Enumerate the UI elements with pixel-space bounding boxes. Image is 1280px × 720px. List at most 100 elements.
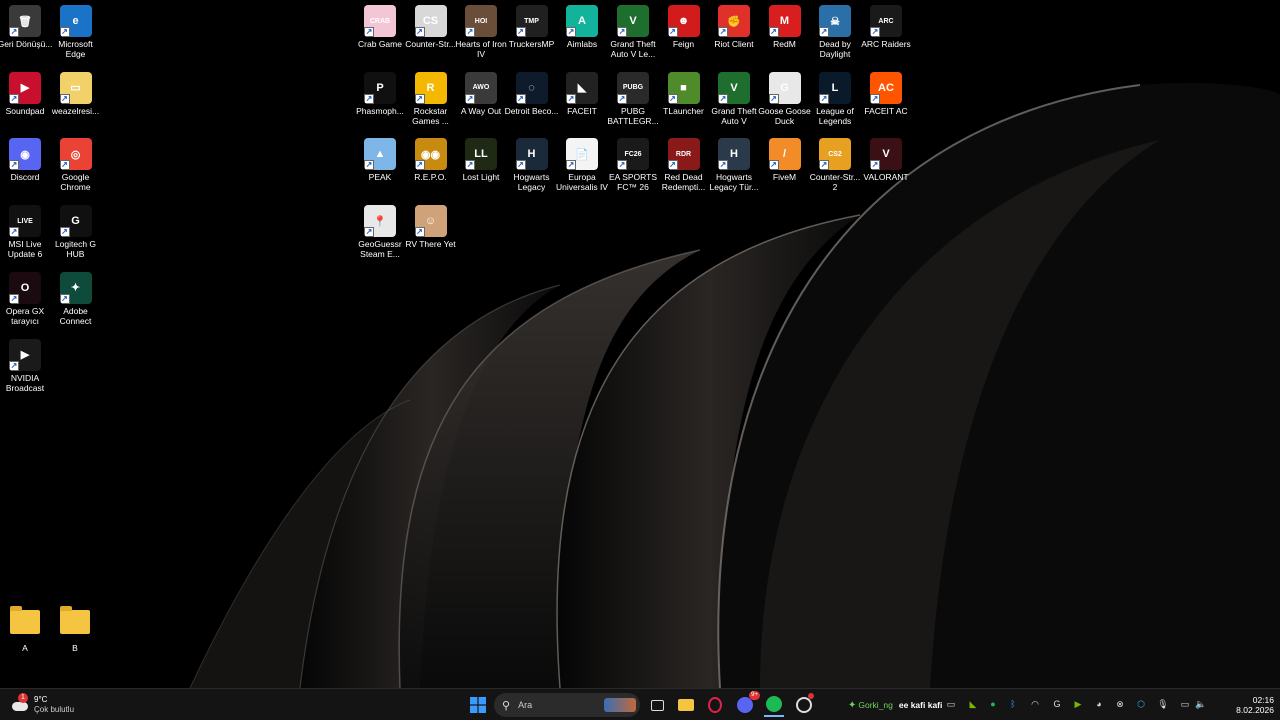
weather-widget[interactable]: 1 9°C Çok bulutlu: [10, 693, 90, 717]
task-view-button[interactable]: [648, 693, 666, 717]
logitech-tray-icon[interactable]: G: [1050, 697, 1064, 711]
icon-glyph: 🗑: [18, 15, 32, 28]
icon-glyph: FC26: [624, 150, 642, 158]
xbox-tray-icon[interactable]: ⊗: [1113, 697, 1127, 711]
desktop-icon-peak[interactable]: ▲ ↗ PEAK: [352, 138, 408, 204]
clock[interactable]: 02:16 8.02.2026: [1222, 693, 1274, 717]
folder-b[interactable]: B: [47, 604, 103, 670]
friend-name: Gorki_ng: [858, 700, 893, 710]
desktop-icon-label: R.E.P.O.: [414, 172, 447, 183]
desktop-icon-logitech[interactable]: G ↗ Logitech G HUB: [48, 205, 104, 271]
desktop-icon-fivem[interactable]: / ↗ FiveM: [757, 138, 813, 204]
desktop-icon-chrome[interactable]: ◎ ↗ Google Chrome: [48, 138, 104, 204]
defender-tray-icon[interactable]: ⬡: [1134, 697, 1148, 711]
pubg-icon: PUBG ↗: [617, 71, 649, 104]
desktop-icon-label: Riot Client: [714, 39, 754, 49]
desktop-icon-image-file[interactable]: ▭ ↗ weazelresi...: [48, 71, 104, 138]
recycle-bin-icon: 🗑 ↗: [9, 5, 41, 37]
desktop-icon-discord[interactable]: ◉ ↗ Discord: [0, 138, 53, 204]
desktop-icon-label: ARC Raiders: [861, 39, 911, 49]
desktop-icon-a-way-out[interactable]: AWO ↗ A Way Out: [453, 71, 509, 138]
desktop-icon-arc-raiders[interactable]: ARC ↗ ARC Raiders: [858, 5, 914, 71]
folder-a[interactable]: A: [0, 604, 53, 670]
network-icon[interactable]: ▭: [1178, 697, 1192, 711]
friend-status: ee kafi kafi: [898, 700, 943, 710]
desktop-icon-adobe-connect[interactable]: ✦ ↗ Adobe Connect: [48, 271, 104, 338]
taskbar-opera-gx[interactable]: [705, 693, 725, 717]
desktop-icon-phasmophobia[interactable]: P ↗ Phasmoph...: [352, 71, 408, 138]
desktop-icon-redm[interactable]: M ↗ RedM: [757, 5, 813, 71]
desktop-icon-rv-there-yet[interactable]: ☺ ↗ RV There Yet: [403, 205, 459, 271]
icon-glyph: AWO: [472, 84, 490, 92]
desktop-icon-goose-goose-duck[interactable]: G ↗ Goose Goose Duck: [757, 71, 813, 138]
desktop-icon-tlauncher[interactable]: ■ ↗ TLauncher: [656, 71, 712, 138]
desktop-icon-label: PEAK: [368, 172, 392, 183]
league-of-legends-icon: L ↗: [819, 71, 851, 104]
bluetooth-icon[interactable]: ᛒ: [1006, 697, 1020, 711]
faceit-ac-icon: AC ↗: [870, 71, 902, 104]
desktop-icon-rockstar[interactable]: R ↗ Rockstar Games ...: [403, 71, 459, 138]
desktop-icon-league-of-legends[interactable]: L ↗ League of Legends: [807, 71, 863, 138]
desktop-icon-hogwarts-legacy[interactable]: H ↗ Hogwarts Legacy: [504, 138, 560, 204]
desktop-icon-label: A Way Out: [460, 105, 502, 116]
taskbar-steam[interactable]: [794, 693, 814, 717]
rv-there-yet-icon: ☺ ↗: [414, 205, 447, 238]
desktop-icon-counter-strike[interactable]: CS ↗ Counter-Str...: [403, 5, 459, 71]
desktop-icon-ea-sports-fc[interactable]: FC26 ↗ EA SPORTS FC™ 26: [605, 138, 661, 204]
desktop-icon-dead-by-daylight[interactable]: ☠ ↗ Dead by Daylight: [807, 5, 863, 71]
spotify-tray-icon[interactable]: ●: [986, 697, 1000, 711]
desktop-icon-label: Europa Universalis IV: [556, 172, 608, 193]
desktop-icon-red-dead-redemption[interactable]: RDR ↗ Red Dead Redempti...: [656, 138, 712, 204]
desktop-icon-soundpad[interactable]: ▶ ↗ Soundpad: [0, 71, 53, 138]
taskbar-discord[interactable]: 9+: [734, 691, 760, 717]
microphone-icon[interactable]: 🎙: [1156, 697, 1170, 711]
desktop-icon-gta-v[interactable]: V ↗ Grand Theft Auto V Le...: [605, 5, 661, 71]
steam-tray-icon[interactable]: ◕: [1092, 697, 1106, 711]
search-box[interactable]: ⚲ Ara: [494, 693, 640, 717]
desktop-icon-label: TruckersMP: [508, 39, 555, 49]
desktop-icon-recycle-bin[interactable]: 🗑 ↗ Geri Dönüşü...: [0, 5, 53, 71]
desktop-icon-detroit[interactable]: ◌ ↗ Detroit Beco...: [504, 71, 560, 138]
desktop-icon-msi[interactable]: LIVE ↗ MSI Live Update 6: [0, 205, 53, 271]
tray-app-icon[interactable]: ▭: [944, 697, 958, 711]
desktop-icon-label: MSI Live Update 6: [7, 239, 43, 260]
start-button[interactable]: [466, 693, 490, 717]
friend-status-widget[interactable]: ✦ Gorki_ng ee kafi kafi: [848, 693, 948, 717]
desktop-icon-pubg[interactable]: PUBG ↗ PUBG BATTLEGR...: [605, 71, 661, 138]
desktop-icon-geoguessr[interactable]: 📍 ↗ GeoGuessr Steam E...: [352, 205, 408, 271]
desktop-icon-riot-client[interactable]: ✊ ↗ Riot Client: [706, 5, 762, 71]
desktop-icon-hogwarts-legacy-tr[interactable]: H ↗ Hogwarts Legacy Tür...: [706, 138, 762, 204]
desktop-icon-edge[interactable]: e ↗ Microsoft Edge: [48, 5, 104, 71]
desktop-icon-europa-universalis[interactable]: 📄 ↗ Europa Universalis IV: [554, 138, 610, 204]
desktop-icon-feign[interactable]: ☻ ↗ Feign: [656, 5, 712, 71]
red-dead-redemption-icon: RDR ↗: [667, 138, 700, 171]
desktop-icon-nvidia[interactable]: ▶ ↗ NVIDIA Broadcast: [0, 338, 53, 405]
folder-label: B: [72, 643, 78, 653]
desktop-icon-repo[interactable]: ◉◉ ↗ R.E.P.O.: [403, 138, 459, 204]
desktop-icon-counter-strike-2[interactable]: CS2 ↗ Counter-Str... 2: [807, 138, 863, 204]
desktop-icon-opera-gx[interactable]: O ↗ Opera GX tarayıcı: [0, 271, 53, 338]
desktop-icon-label: Dead by Daylight: [819, 39, 851, 59]
desktop-icon-label: Lost Light: [462, 172, 500, 183]
desktop-icon-hearts-of-iron[interactable]: HOI ↗ Hearts of Iron IV: [453, 5, 509, 71]
taskbar-file-explorer[interactable]: [676, 693, 696, 717]
nvidia-tray-icon[interactable]: ◣: [966, 697, 980, 711]
desktop-icon-aimlabs[interactable]: A ↗ Aimlabs: [554, 5, 610, 71]
headset-icon[interactable]: ◠: [1028, 697, 1042, 711]
shortcut-arrow-icon: ↗: [59, 293, 70, 304]
nvidia-broadcast-tray-icon[interactable]: ▶: [1071, 697, 1085, 711]
desktop-icon-lost-light[interactable]: LL ↗ Lost Light: [453, 138, 509, 204]
volume-icon[interactable]: 🔈: [1194, 697, 1208, 711]
shortcut-arrow-icon: ↗: [9, 360, 19, 371]
shortcut-arrow-icon: ↗: [364, 27, 374, 37]
desktop-icon-faceit[interactable]: ◣ ↗ FACEIT: [554, 71, 610, 138]
icon-glyph: ☠: [830, 15, 840, 28]
desktop-icon-gta-v-2[interactable]: V ↗ Grand Theft Auto V: [706, 71, 762, 138]
edge-icon: e ↗: [59, 5, 92, 37]
shortcut-arrow-icon: ↗: [414, 227, 425, 238]
desktop-icon-crab-game[interactable]: CRAB ↗ Crab Game: [352, 5, 408, 71]
desktop-icon-truckersmp[interactable]: TMP ↗ TruckersMP: [504, 5, 560, 71]
desktop-icon-faceit-ac[interactable]: AC ↗ FACEIT AC: [858, 71, 914, 138]
taskbar-spotify[interactable]: [764, 693, 784, 717]
desktop-icon-valorant[interactable]: V ↗ VALORANT: [858, 138, 914, 204]
